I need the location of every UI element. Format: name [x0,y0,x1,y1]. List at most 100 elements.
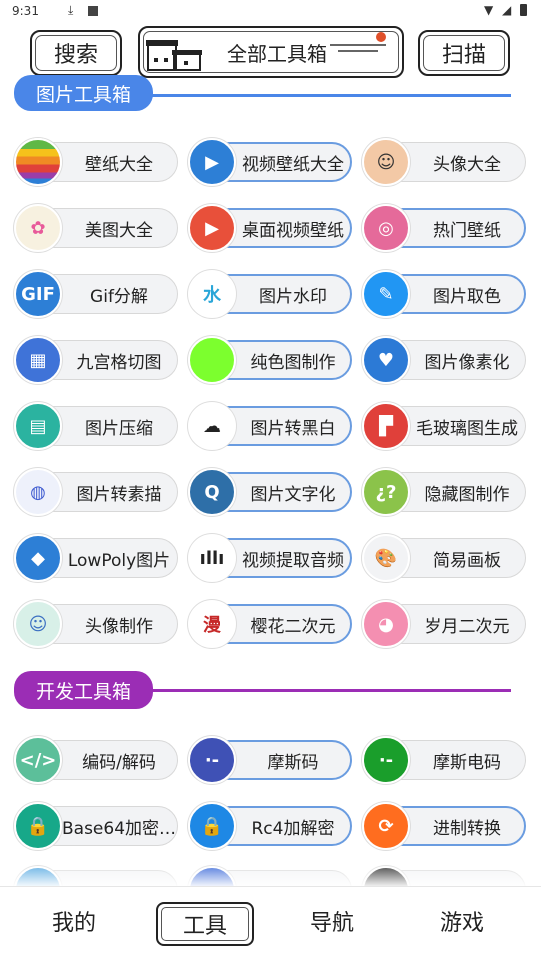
morse-signal-icon: ·- [362,736,410,784]
image-tool-item[interactable]: ıllı 视频提取音频 [188,534,352,582]
page-title: 全部工具箱 [138,26,404,78]
search-button[interactable]: 搜索 [30,30,122,76]
tool-label: 樱花二次元 [250,616,336,637]
tool-label: Gif分解 [90,286,148,307]
tool-label: 摩斯码 [267,752,319,773]
image-tool-item[interactable]: ◕ 岁月二次元 [362,600,526,648]
tool-label: 头像大全 [433,154,501,175]
image-tool-item[interactable]: ¿? 隐藏图制作 [362,468,526,516]
manga-stamp-icon: 漫 [188,600,236,648]
tool-label: 图片水印 [259,286,327,307]
nav-mine[interactable]: 我的 [52,905,96,937]
section-divider [149,688,512,692]
image-tool-item[interactable]: ▛ 毛玻璃图生成 [362,402,526,450]
nav-navigate[interactable]: 导航 [310,905,354,937]
tool-label: 图片取色 [433,286,501,307]
gif-file-icon: GIF [14,270,62,318]
flipboard-icon: ▛ [362,402,410,450]
dev-tool-item[interactable]: ·- 摩斯码 [188,736,352,784]
desktop-video-icon: ▶ [188,204,236,252]
image-tool-item[interactable]: ☺ 头像制作 [14,600,178,648]
nav-games[interactable]: 游戏 [440,905,484,937]
color-picker-icon: ✎ [362,270,410,318]
image-tool-item[interactable]: ▦ 九宫格切图 [14,336,178,384]
tool-label: 图片转素描 [76,484,162,505]
top-header: 搜索 全部工具箱 扫描 [0,26,541,82]
dev-tool-item[interactable]: </> 编码/解码 [14,736,178,784]
tool-label: 隐藏图制作 [424,484,510,505]
tool-label: 桌面视频壁纸 [242,220,344,241]
watermark-icon: 水 [188,270,236,318]
image-tool-item[interactable]: ▤ 图片压缩 [14,402,178,450]
image-tool-item[interactable]: 壁纸大全 [14,138,178,186]
nav-tools[interactable]: 工具 [156,902,254,946]
tool-label: 岁月二次元 [424,616,510,637]
grid-photos-icon: ▦ [14,336,62,384]
dev-tools-header: 开发工具箱 [14,671,512,709]
tool-label: 视频壁纸大全 [242,154,344,175]
image-tool-item[interactable]: ◆ LowPoly图片 [14,534,178,582]
dev-tool-item[interactable]: ·- 摩斯电码 [362,736,526,784]
pixel-heart-icon: ♥ [362,336,410,384]
cloud-lines-icon [330,44,386,52]
image-tools-title: 图片工具箱 [14,75,154,111]
tool-label: LowPoly图片 [67,550,171,571]
tool-label: Base64加密… [61,818,177,839]
tool-label: 九宫格切图 [76,352,162,373]
dev-tool-item[interactable]: ⟳ 进制转换 [362,802,526,850]
dev-tool-item[interactable]: 🔒 Base64加密… [14,802,178,850]
cloud-refresh-icon: ☁ [188,402,236,450]
rainbow-apple-icon [14,138,62,186]
tool-label: 头像制作 [85,616,153,637]
tool-label: 进制转换 [433,818,501,839]
status-bar: 9:31 ⤓ ▼ ◢ [0,0,541,22]
play-video-icon: ▶ [188,138,236,186]
dev-tool-item[interactable]: 🔒 Rc4加解密 [188,802,352,850]
tool-label: 美图大全 [85,220,153,241]
image-tool-item[interactable]: GIF Gif分解 [14,270,178,318]
question-marks-icon: ¿? [362,468,410,516]
code-tag-icon: </> [14,736,62,784]
download-icon: ⤓ [68,3,74,17]
signal-icon: ◢ [502,3,512,17]
tool-label: Rc4加解密 [251,818,335,839]
pink-robot-icon: ◕ [362,600,410,648]
dev-tools-title: 开发工具箱 [14,671,154,709]
image-tool-item[interactable]: 漫樱花二次元 [188,600,352,648]
image-tool-item[interactable]: Q 图片文字化 [188,468,352,516]
morse-dots-icon: ·- [188,736,236,784]
tool-label: 图片文字化 [250,484,336,505]
image-tool-item[interactable]: ◍ 图片转素描 [14,468,178,516]
solid-color-icon [188,336,236,384]
image-tool-item[interactable]: ◎ 热门壁纸 [362,204,526,252]
lock-green-icon: 🔒 [14,802,62,850]
tool-label: 编码/解码 [82,752,156,773]
audio-wave-icon: ıllı [188,534,236,582]
q-letter-icon: Q [188,468,236,516]
battery-icon [520,4,527,16]
tool-label: 图片压缩 [85,418,153,439]
tool-label: 纯色图制作 [250,352,336,373]
image-tool-item[interactable]: 🎨 简易画板 [362,534,526,582]
scan-button[interactable]: 扫描 [418,30,510,76]
image-tool-item[interactable]: ▶ 桌面视频壁纸 [188,204,352,252]
image-tool-item[interactable]: ☺ 头像大全 [362,138,526,186]
image-tool-item[interactable]: ▶ 视频壁纸大全 [188,138,352,186]
notification-icon [88,6,98,16]
sun-icon [376,32,386,42]
blue-gem-icon: ◆ [14,534,62,582]
tool-label: 简易画板 [433,550,501,571]
title-label: 全部工具箱 [227,41,327,66]
image-tool-item[interactable]: ♥ 图片像素化 [362,336,526,384]
tool-label: 壁纸大全 [85,154,153,175]
image-tool-item[interactable]: 水 图片水印 [188,270,352,318]
scroll-fade [0,860,541,888]
image-tool-item[interactable]: ☁ 图片转黑白 [188,402,352,450]
paint-palette-icon: 🎨 [362,534,410,582]
lock-blue-icon: 🔒 [188,802,236,850]
nav-tools-label: 工具 [182,914,227,939]
image-tool-item[interactable]: ✿ 美图大全 [14,204,178,252]
tool-label: 图片转黑白 [250,418,336,439]
image-tool-item[interactable]: ✎ 图片取色 [362,270,526,318]
image-tool-item[interactable]: 纯色图制作 [188,336,352,384]
